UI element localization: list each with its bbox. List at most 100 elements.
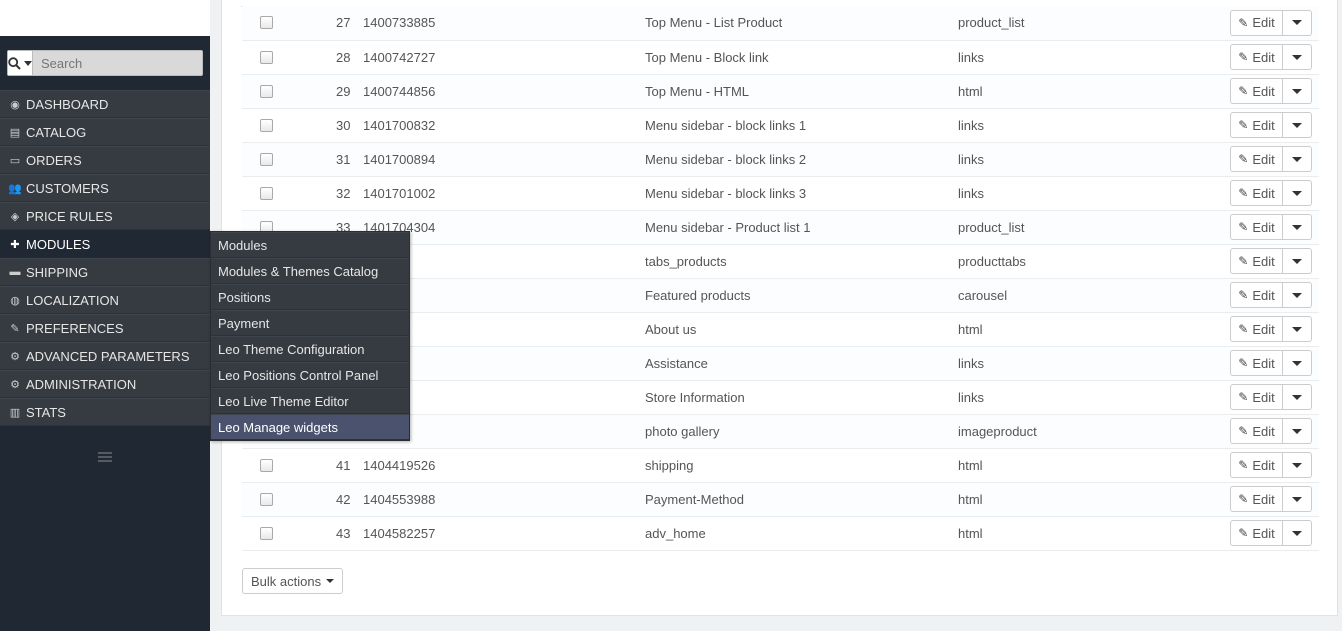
row-dropdown-toggle[interactable] [1283,486,1312,512]
edit-button[interactable]: ✎ Edit [1230,486,1283,512]
submenu-item-leo-live-theme-editor[interactable]: Leo Live Theme Editor [211,388,409,414]
caret-down-icon [1292,428,1302,434]
edit-button[interactable]: ✎ Edit [1230,520,1283,546]
row-dropdown-toggle[interactable] [1283,112,1312,138]
sidebar-item-catalog[interactable]: ▤ CATALOG [0,118,210,146]
row-checkbox[interactable] [260,118,273,132]
cell-actions: ✎ Edit [1230,414,1319,448]
edit-button[interactable]: ✎ Edit [1230,452,1283,478]
row-dropdown-toggle[interactable] [1283,248,1312,274]
table-row: 41 1404419526 shipping html ✎ Edit [242,448,1319,482]
row-dropdown-toggle[interactable] [1283,78,1312,104]
pencil-icon: ✎ [1238,50,1249,64]
edit-button[interactable]: ✎ Edit [1230,9,1283,36]
row-dropdown-toggle[interactable] [1283,44,1312,70]
edit-button[interactable]: ✎ Edit [1230,112,1283,138]
row-action-group: ✎ Edit [1230,9,1312,36]
cell-key: 1400742727 [363,49,436,65]
edit-button[interactable]: ✎ Edit [1230,316,1283,342]
row-dropdown-toggle[interactable] [1283,180,1312,206]
row-checkbox[interactable] [260,50,273,64]
submenu-item-payment[interactable]: Payment [211,310,409,336]
row-checkbox[interactable] [260,492,273,506]
cell-type: links [958,355,985,371]
sidebar-item-price-rules[interactable]: ◈ PRICE RULES [0,202,210,230]
submenu-item-modules[interactable]: Modules [211,232,409,258]
edit-button[interactable]: ✎ Edit [1230,248,1283,274]
search-icon [8,56,21,70]
row-checkbox[interactable] [260,152,273,166]
search-input[interactable] [33,51,217,75]
row-action-group: ✎ Edit [1230,486,1312,512]
row-checkbox[interactable] [260,16,273,30]
submenu-item-modules-themes-catalog[interactable]: Modules & Themes Catalog [211,258,409,284]
sidebar: ◉ DASHBOARD ▤ CATALOG ▭ ORDERS 👥 CUSTOMERS ◈ PRIC… [0,0,217,631]
sidebar-item-modules[interactable]: ✚ MODULES [0,230,210,258]
row-dropdown-toggle[interactable] [1283,282,1312,308]
caret-down-icon [1292,156,1302,162]
cell-id: 42 [336,491,351,507]
pencil-icon: ✎ [1238,424,1249,438]
caret-down-icon [1292,224,1302,230]
cell-title: Top Menu - Block link [645,49,769,65]
cell-type: links [958,151,985,167]
cell-title: Menu sidebar - block links 1 [645,117,807,133]
pencil-icon: ✎ [1238,152,1249,166]
row-dropdown-toggle[interactable] [1283,350,1312,376]
cell-title: Payment-Method [645,491,744,507]
row-dropdown-toggle[interactable] [1283,520,1312,546]
edit-button[interactable]: ✎ Edit [1230,350,1283,376]
edit-button[interactable]: ✎ Edit [1230,44,1283,70]
sidebar-item-label: CATALOG [26,124,87,140]
submenu-item-leo-theme-configuration[interactable]: Leo Theme Configuration [211,336,409,362]
row-checkbox[interactable] [260,458,273,472]
row-checkbox[interactable] [260,526,273,540]
edit-button[interactable]: ✎ Edit [1230,78,1283,104]
row-dropdown-toggle[interactable] [1283,384,1312,410]
sidebar-item-customers[interactable]: 👥 CUSTOMERS [0,174,210,202]
edit-button[interactable]: ✎ Edit [1230,146,1283,172]
edit-button[interactable]: ✎ Edit [1230,214,1283,240]
sidebar-item-advanced-parameters[interactable]: ⚙ ADVANCED PARAMETERS [0,342,210,370]
pencil-icon: ✎ [1238,186,1249,200]
edit-button[interactable]: ✎ Edit [1230,418,1283,444]
sidebar-item-dashboard[interactable]: ◉ DASHBOARD [0,90,210,118]
menu-collapse-icon[interactable] [98,452,112,464]
cell-id: 30 [336,117,351,133]
sidebar-item-localization[interactable]: ◍ LOCALIZATION [0,286,210,314]
edit-button[interactable]: ✎ Edit [1230,282,1283,308]
sidebar-item-orders[interactable]: ▭ ORDERS [0,146,210,174]
row-dropdown-toggle[interactable] [1283,316,1312,342]
cell-title: Assistance [645,355,708,371]
wrench-icon: ✎ [10,322,20,335]
edit-button[interactable]: ✎ Edit [1230,180,1283,206]
bulk-actions-button[interactable]: Bulk actions [242,568,344,594]
edit-button[interactable]: ✎ Edit [1230,384,1283,410]
cell-title: shipping [645,457,694,473]
credit-card-icon: ▭ [9,154,21,167]
row-action-group: ✎ Edit [1230,248,1312,274]
row-dropdown-toggle[interactable] [1283,9,1312,36]
pencil-icon: ✎ [1238,84,1249,98]
submenu-item-positions[interactable]: Positions [211,284,409,310]
row-dropdown-toggle[interactable] [1283,146,1312,172]
table-row: 30 1401700832 Menu sidebar - block links 1… [242,108,1319,142]
row-checkbox[interactable] [260,186,273,200]
pencil-icon: ✎ [1238,118,1249,132]
submenu-item-leo-positions-control-panel[interactable]: Leo Positions Control Panel [211,362,409,388]
search-type-button[interactable] [8,51,33,75]
sidebar-item-administration[interactable]: ⚙ ADMINISTRATION [0,370,210,398]
sidebar-item-stats[interactable]: ▥ STATS [0,398,210,426]
table-row: 43 1404582257 adv_home html ✎ Edit [242,516,1319,550]
sidebar-item-preferences[interactable]: ✎ PREFERENCES [0,314,210,342]
sidebar-item-shipping[interactable]: ▬ SHIPPING [0,258,210,286]
row-checkbox[interactable] [260,84,273,98]
row-dropdown-toggle[interactable] [1283,214,1312,240]
edit-label: Edit [1252,219,1275,235]
table-row: 42 1404553988 Payment-Method html ✎ Edit [242,482,1319,516]
users-icon: 👥 [8,182,22,195]
submenu-item-leo-manage-widgets[interactable]: Leo Manage widgets [211,414,409,440]
cell-type: links [958,185,985,201]
row-dropdown-toggle[interactable] [1283,452,1312,478]
row-dropdown-toggle[interactable] [1283,418,1312,444]
